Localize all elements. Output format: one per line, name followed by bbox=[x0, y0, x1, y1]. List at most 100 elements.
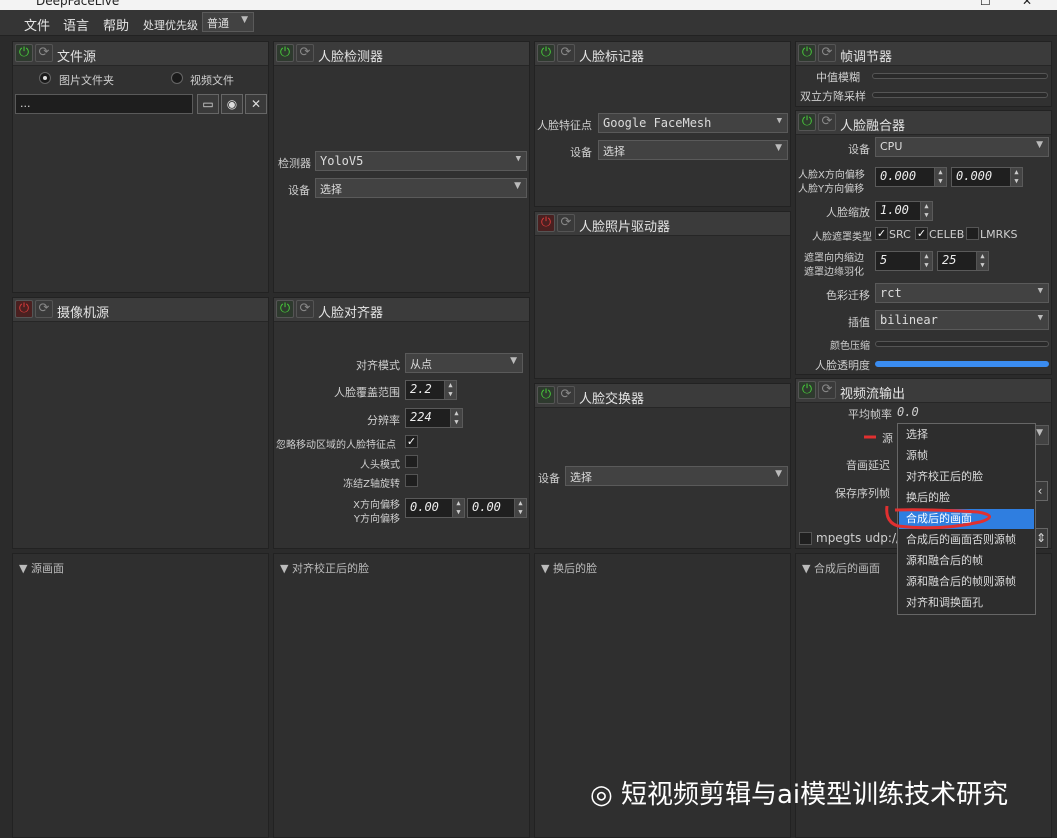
coverage-spinbox[interactable]: 2.2 ▲ ▼ bbox=[405, 380, 457, 400]
popup-item[interactable]: 对齐校正后的脸 bbox=[899, 467, 1034, 487]
spinner-arrows-icon[interactable]: ▲ ▼ bbox=[452, 499, 464, 517]
panel-title: 人脸标记器 bbox=[579, 50, 645, 65]
radio-image-folder[interactable] bbox=[39, 72, 51, 84]
device-select[interactable]: CPU ▼ bbox=[875, 137, 1049, 157]
power-icon[interactable]: ⏻ bbox=[798, 113, 816, 131]
power-icon[interactable]: ⏻ bbox=[798, 44, 816, 62]
resolution-spinbox[interactable]: 224 ▲ ▼ bbox=[405, 408, 463, 428]
scale-spinbox[interactable]: 1.00 ▲ ▼ bbox=[875, 201, 933, 221]
head-mode-checkbox[interactable] bbox=[405, 455, 418, 468]
panel-title: 视频流输出 bbox=[840, 387, 906, 402]
power-icon[interactable]: ⏻ bbox=[15, 44, 33, 62]
popup-item[interactable]: 源和融合后的帧则源帧 bbox=[899, 572, 1034, 592]
coverage-label: 人脸覆盖范围 bbox=[334, 386, 400, 399]
mask-celeb-checkbox[interactable]: ✓ bbox=[915, 227, 928, 240]
maximize-icon[interactable]: ☐ bbox=[980, 0, 991, 8]
chevron-down-icon: ▼ bbox=[1036, 140, 1043, 150]
source-dropdown-popup: 选择 源帧 对齐校正后的脸 换后的脸 合成后的画面 合成后的画面否则源帧 源和融… bbox=[897, 423, 1036, 615]
close-icon[interactable]: ✕ bbox=[1022, 0, 1032, 8]
device-select[interactable]: 选择 ▼ bbox=[315, 178, 527, 198]
color-transfer-select[interactable]: rct ▼ bbox=[875, 283, 1049, 303]
file-path-input[interactable]: ... bbox=[15, 94, 193, 114]
device-label: 设备 bbox=[288, 184, 310, 197]
menu-file[interactable]: 文件 bbox=[24, 15, 50, 34]
close-icon[interactable]: ✕ bbox=[245, 94, 267, 114]
popup-item[interactable]: 源帧 bbox=[899, 446, 1034, 466]
eye-icon[interactable]: ◉ bbox=[221, 94, 243, 114]
refresh-icon[interactable]: ⟳ bbox=[557, 214, 575, 232]
median-blur-label: 中值模糊 bbox=[816, 71, 860, 84]
y-offset-spinbox[interactable]: 0.000 ▲ ▼ bbox=[951, 167, 1023, 187]
menu-help[interactable]: 帮助 bbox=[103, 15, 129, 34]
refresh-icon[interactable]: ⟳ bbox=[818, 44, 836, 62]
resolution-label: 分辨率 bbox=[367, 414, 400, 427]
bicubic-slider[interactable] bbox=[872, 92, 1048, 98]
spinner-arrows-icon[interactable]: ▲ ▼ bbox=[514, 499, 526, 517]
interpolation-value: bilinear bbox=[880, 313, 938, 327]
folder-icon[interactable]: ▭ bbox=[197, 94, 219, 114]
blur-spinbox[interactable]: 25 ▲ ▼ bbox=[937, 251, 989, 271]
refresh-icon[interactable]: ⟳ bbox=[557, 44, 575, 62]
chevron-down-icon: ▼ bbox=[1037, 286, 1043, 296]
mask-src-checkbox[interactable]: ✓ bbox=[875, 227, 888, 240]
triangle-down-icon[interactable]: ▼ bbox=[19, 562, 27, 575]
power-icon[interactable]: ⏻ bbox=[537, 44, 555, 62]
landmarks-select[interactable]: Google FaceMesh ▼ bbox=[598, 113, 788, 133]
refresh-icon[interactable]: ⟳ bbox=[35, 44, 53, 62]
popup-item-selected[interactable]: 合成后的画面 bbox=[899, 509, 1034, 529]
spinner-arrows-icon[interactable]: ▲ ▼ bbox=[920, 202, 932, 220]
power-icon[interactable]: ⏻ bbox=[276, 44, 294, 62]
power-icon[interactable]: ⏻ bbox=[15, 300, 33, 318]
priority-select[interactable]: 普通 ▼ bbox=[202, 12, 254, 32]
refresh-icon[interactable]: ⟳ bbox=[557, 386, 575, 404]
triangle-down-icon[interactable]: ▼ bbox=[802, 562, 810, 575]
mpegts-checkbox[interactable] bbox=[799, 532, 812, 545]
power-icon[interactable]: ⏻ bbox=[537, 214, 555, 232]
popup-item[interactable]: 换后的脸 bbox=[899, 488, 1034, 508]
popup-item[interactable]: 源和融合后的帧 bbox=[899, 551, 1034, 571]
exclude-moving-checkbox[interactable]: ✓ bbox=[405, 435, 418, 448]
power-icon[interactable]: ⏻ bbox=[537, 386, 555, 404]
device-value: 选择 bbox=[603, 145, 625, 158]
power-icon[interactable]: ⏻ bbox=[798, 381, 816, 399]
device-select[interactable]: 选择 ▼ bbox=[598, 140, 788, 160]
spinner-arrows-icon[interactable]: ▲ ▼ bbox=[450, 409, 462, 427]
mask-lmrks-checkbox[interactable] bbox=[966, 227, 979, 240]
spinner-arrows-icon[interactable]: ⇕ bbox=[1034, 528, 1048, 548]
spinner-arrows-icon[interactable]: ▲ ▼ bbox=[1010, 168, 1022, 186]
device-value: 选择 bbox=[570, 471, 592, 484]
median-blur-slider[interactable] bbox=[872, 73, 1048, 79]
freeze-z-checkbox[interactable] bbox=[405, 474, 418, 487]
triangle-down-icon[interactable]: ▼ bbox=[541, 562, 549, 575]
device-label: 设备 bbox=[538, 472, 560, 485]
opacity-slider[interactable] bbox=[875, 361, 1049, 367]
device-select[interactable]: 选择 ▼ bbox=[565, 466, 788, 486]
refresh-icon[interactable]: ⟳ bbox=[296, 300, 314, 318]
spinner-arrows-icon[interactable]: ▲ ▼ bbox=[976, 252, 988, 270]
spinner-arrows-icon[interactable]: ▲ ▼ bbox=[444, 381, 456, 399]
spinner-arrows-icon[interactable]: ▲ ▼ bbox=[920, 252, 932, 270]
popup-item[interactable]: 对齐和调换面孔 bbox=[899, 593, 1034, 613]
refresh-icon[interactable]: ⟳ bbox=[818, 113, 836, 131]
interpolation-select[interactable]: bilinear ▼ bbox=[875, 310, 1049, 330]
x-offset-spinbox[interactable]: 0.00 ▲ ▼ bbox=[405, 498, 465, 518]
menu-language[interactable]: 语言 bbox=[63, 15, 89, 34]
refresh-icon[interactable]: ⟳ bbox=[818, 381, 836, 399]
color-compress-slider[interactable] bbox=[875, 341, 1049, 347]
interpolation-label: 插值 bbox=[848, 316, 870, 329]
align-mode-select[interactable]: 从点 ▼ bbox=[405, 353, 523, 373]
erode-spinbox[interactable]: 5 ▲ ▼ bbox=[875, 251, 933, 271]
chevron-down-icon: ▼ bbox=[515, 154, 521, 164]
refresh-icon[interactable]: ⟳ bbox=[296, 44, 314, 62]
x-offset-spinbox[interactable]: 0.000 ▲ ▼ bbox=[875, 167, 947, 187]
popup-item[interactable]: 选择 bbox=[899, 425, 1034, 445]
y-offset-spinbox[interactable]: 0.00 ▲ ▼ bbox=[467, 498, 527, 518]
power-icon[interactable]: ⏻ bbox=[276, 300, 294, 318]
view-title: ▼ 换后的脸 bbox=[541, 560, 597, 576]
radio-video-file[interactable] bbox=[171, 72, 183, 84]
spinner-arrows-icon[interactable]: ▲ ▼ bbox=[934, 168, 946, 186]
detector-select[interactable]: YoloV5 ▼ bbox=[315, 151, 527, 171]
triangle-down-icon[interactable]: ▼ bbox=[280, 562, 288, 575]
popup-item[interactable]: 合成后的画面否则源帧 bbox=[899, 530, 1034, 550]
refresh-icon[interactable]: ⟳ bbox=[35, 300, 53, 318]
